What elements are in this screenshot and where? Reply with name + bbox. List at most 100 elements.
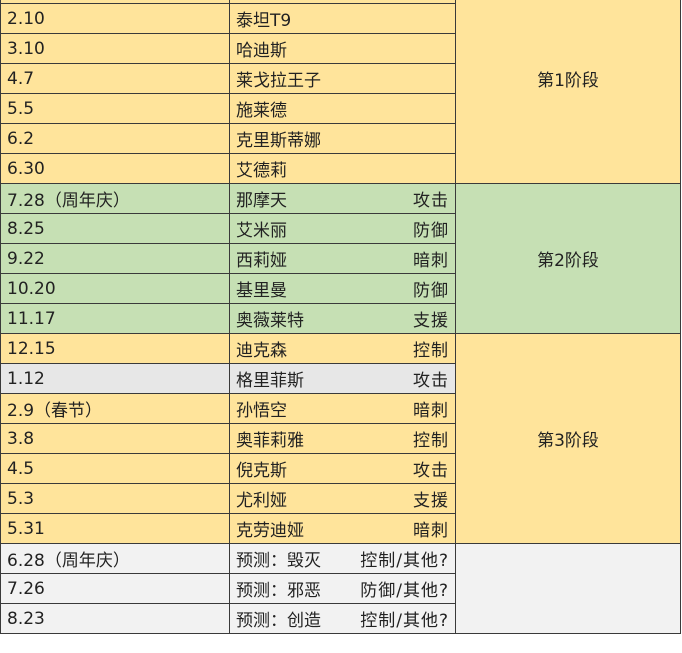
character-name: 奥菲莉雅 [236, 431, 304, 451]
character-name-group: 克里斯蒂娜 [236, 126, 321, 151]
character-name: 毁灭 [287, 551, 321, 571]
character-role: 暗刺 [413, 251, 449, 271]
character-cell: 莱戈拉王子 [229, 63, 456, 94]
character-name: 邪恶 [287, 581, 321, 601]
character-name: 孙悟空 [236, 401, 287, 421]
character-name: 艾米丽 [236, 221, 287, 241]
character-name-group: 孙悟空 [236, 396, 287, 421]
character-cell: 西莉娅 暗刺 [229, 243, 456, 274]
character-name-group: 倪克斯 [236, 456, 287, 481]
date-cell: 1.12 [0, 363, 230, 394]
character-cell: 奥菲莉雅 控制 [229, 423, 456, 454]
character-name: 那摩天 [236, 191, 287, 211]
character-role: 防御 [413, 221, 449, 241]
character-name: 基里曼 [236, 281, 287, 301]
date-cell: 5.31 [0, 513, 230, 544]
date-cell: 4.7 [0, 63, 230, 94]
character-name: 哈迪斯 [236, 41, 287, 61]
character-name-group: 预测：毁灭 [236, 546, 321, 571]
character-name-group: 格里菲斯 [236, 366, 304, 391]
character-name: 施莱德 [236, 101, 287, 121]
phase-cell: 第1阶段 [455, 0, 681, 184]
character-name: 克里斯蒂娜 [236, 131, 321, 151]
date-cell: 7.26 [0, 573, 230, 604]
character-name-group: 预测：邪恶 [236, 576, 321, 601]
character-name: 创造 [287, 611, 321, 631]
character-name-group: 施莱德 [236, 96, 287, 121]
character-name: 倪克斯 [236, 461, 287, 481]
character-role: 控制/其他? [360, 611, 449, 631]
date-cell: 3.8 [0, 423, 230, 454]
character-cell: 迪克森 控制 [229, 333, 456, 364]
prediction-prefix: 预测： [236, 581, 287, 601]
date-cell: 5.5 [0, 93, 230, 124]
character-name: 格里菲斯 [236, 371, 304, 391]
character-cell: 格里菲斯 攻击 [229, 363, 456, 394]
prediction-prefix: 预测： [236, 551, 287, 571]
date-cell: 10.20 [0, 273, 230, 304]
character-cell: 克劳迪娅 暗刺 [229, 513, 456, 544]
character-cell: 施莱德 [229, 93, 456, 124]
character-role: 攻击 [413, 461, 449, 481]
character-name: 艾德莉 [236, 161, 287, 181]
character-name-group: 克劳迪娅 [236, 516, 304, 541]
date-cell: 2.10 [0, 3, 230, 34]
character-cell: 倪克斯 攻击 [229, 453, 456, 484]
schedule-body: 第1阶段 2.10 泰坦T9 3.10 哈迪斯 4.7 莱戈拉王子 5.5 施莱德 6.2 克里斯蒂… [0, 0, 681, 634]
character-name-group: 那摩天 [236, 186, 287, 211]
character-cell: 克里斯蒂娜 [229, 123, 456, 154]
character-name: 克劳迪娅 [236, 521, 304, 541]
character-cell: 泰坦T9 [229, 3, 456, 34]
character-name-group: 预测：创造 [236, 606, 321, 631]
character-cell: 基里曼 防御 [229, 273, 456, 304]
character-role: 防御/其他? [360, 581, 449, 601]
character-name-group: 尤利娅 [236, 486, 287, 511]
character-cell: 预测：创造 控制/其他? [229, 603, 456, 634]
date-cell: 4.5 [0, 453, 230, 484]
character-cell: 艾米丽 防御 [229, 213, 456, 244]
date-cell: 6.30 [0, 153, 230, 184]
character-name-group: 艾米丽 [236, 216, 287, 241]
character-name: 尤利娅 [236, 491, 287, 511]
character-name-group: 泰坦T9 [236, 6, 291, 31]
character-role: 暗刺 [413, 521, 449, 541]
date-cell: 6.2 [0, 123, 230, 154]
character-role: 攻击 [413, 371, 449, 391]
character-role: 支援 [413, 311, 449, 331]
date-cell: 11.17 [0, 303, 230, 334]
character-name: 西莉娅 [236, 251, 287, 271]
table-row: 7.28（周年庆） 那摩天 攻击 第2阶段 [0, 183, 681, 334]
date-cell: 9.22 [0, 243, 230, 274]
character-name-group: 奥薇莱特 [236, 306, 304, 331]
character-name-group: 迪克森 [236, 336, 287, 361]
date-cell: 7.28（周年庆） [0, 183, 230, 214]
character-cell: 孙悟空 暗刺 [229, 393, 456, 424]
release-schedule-table: 第1阶段 2.10 泰坦T9 3.10 哈迪斯 4.7 莱戈拉王子 5.5 施莱德 6.2 克里斯蒂… [0, 0, 681, 634]
date-cell: 8.23 [0, 603, 230, 634]
date-cell: 6.28（周年庆） [0, 543, 230, 574]
character-role: 支援 [413, 491, 449, 511]
phase-cell [455, 543, 681, 634]
character-cell: 尤利娅 支援 [229, 483, 456, 514]
character-cell: 那摩天 攻击 [229, 183, 456, 214]
character-role: 控制/其他? [360, 551, 449, 571]
table-row: 6.28（周年庆） 预测：毁灭 控制/其他? [0, 543, 681, 634]
character-cell: 预测：邪恶 防御/其他? [229, 573, 456, 604]
character-cell: 奥薇莱特 支援 [229, 303, 456, 334]
character-name-group: 哈迪斯 [236, 36, 287, 61]
character-name-group: 艾德莉 [236, 156, 287, 181]
character-role: 暗刺 [413, 401, 449, 421]
character-name-group: 基里曼 [236, 276, 287, 301]
date-cell: 12.15 [0, 333, 230, 364]
phase-cell: 第3阶段 [455, 333, 681, 544]
character-name-group: 西莉娅 [236, 246, 287, 271]
character-role: 控制 [413, 341, 449, 361]
character-role: 防御 [413, 281, 449, 301]
prediction-prefix: 预测： [236, 611, 287, 631]
character-role: 攻击 [413, 191, 449, 211]
date-cell: 3.10 [0, 33, 230, 64]
date-cell: 8.25 [0, 213, 230, 244]
character-name: 莱戈拉王子 [236, 71, 321, 91]
character-name-group: 莱戈拉王子 [236, 66, 321, 91]
character-cell: 预测：毁灭 控制/其他? [229, 543, 456, 574]
